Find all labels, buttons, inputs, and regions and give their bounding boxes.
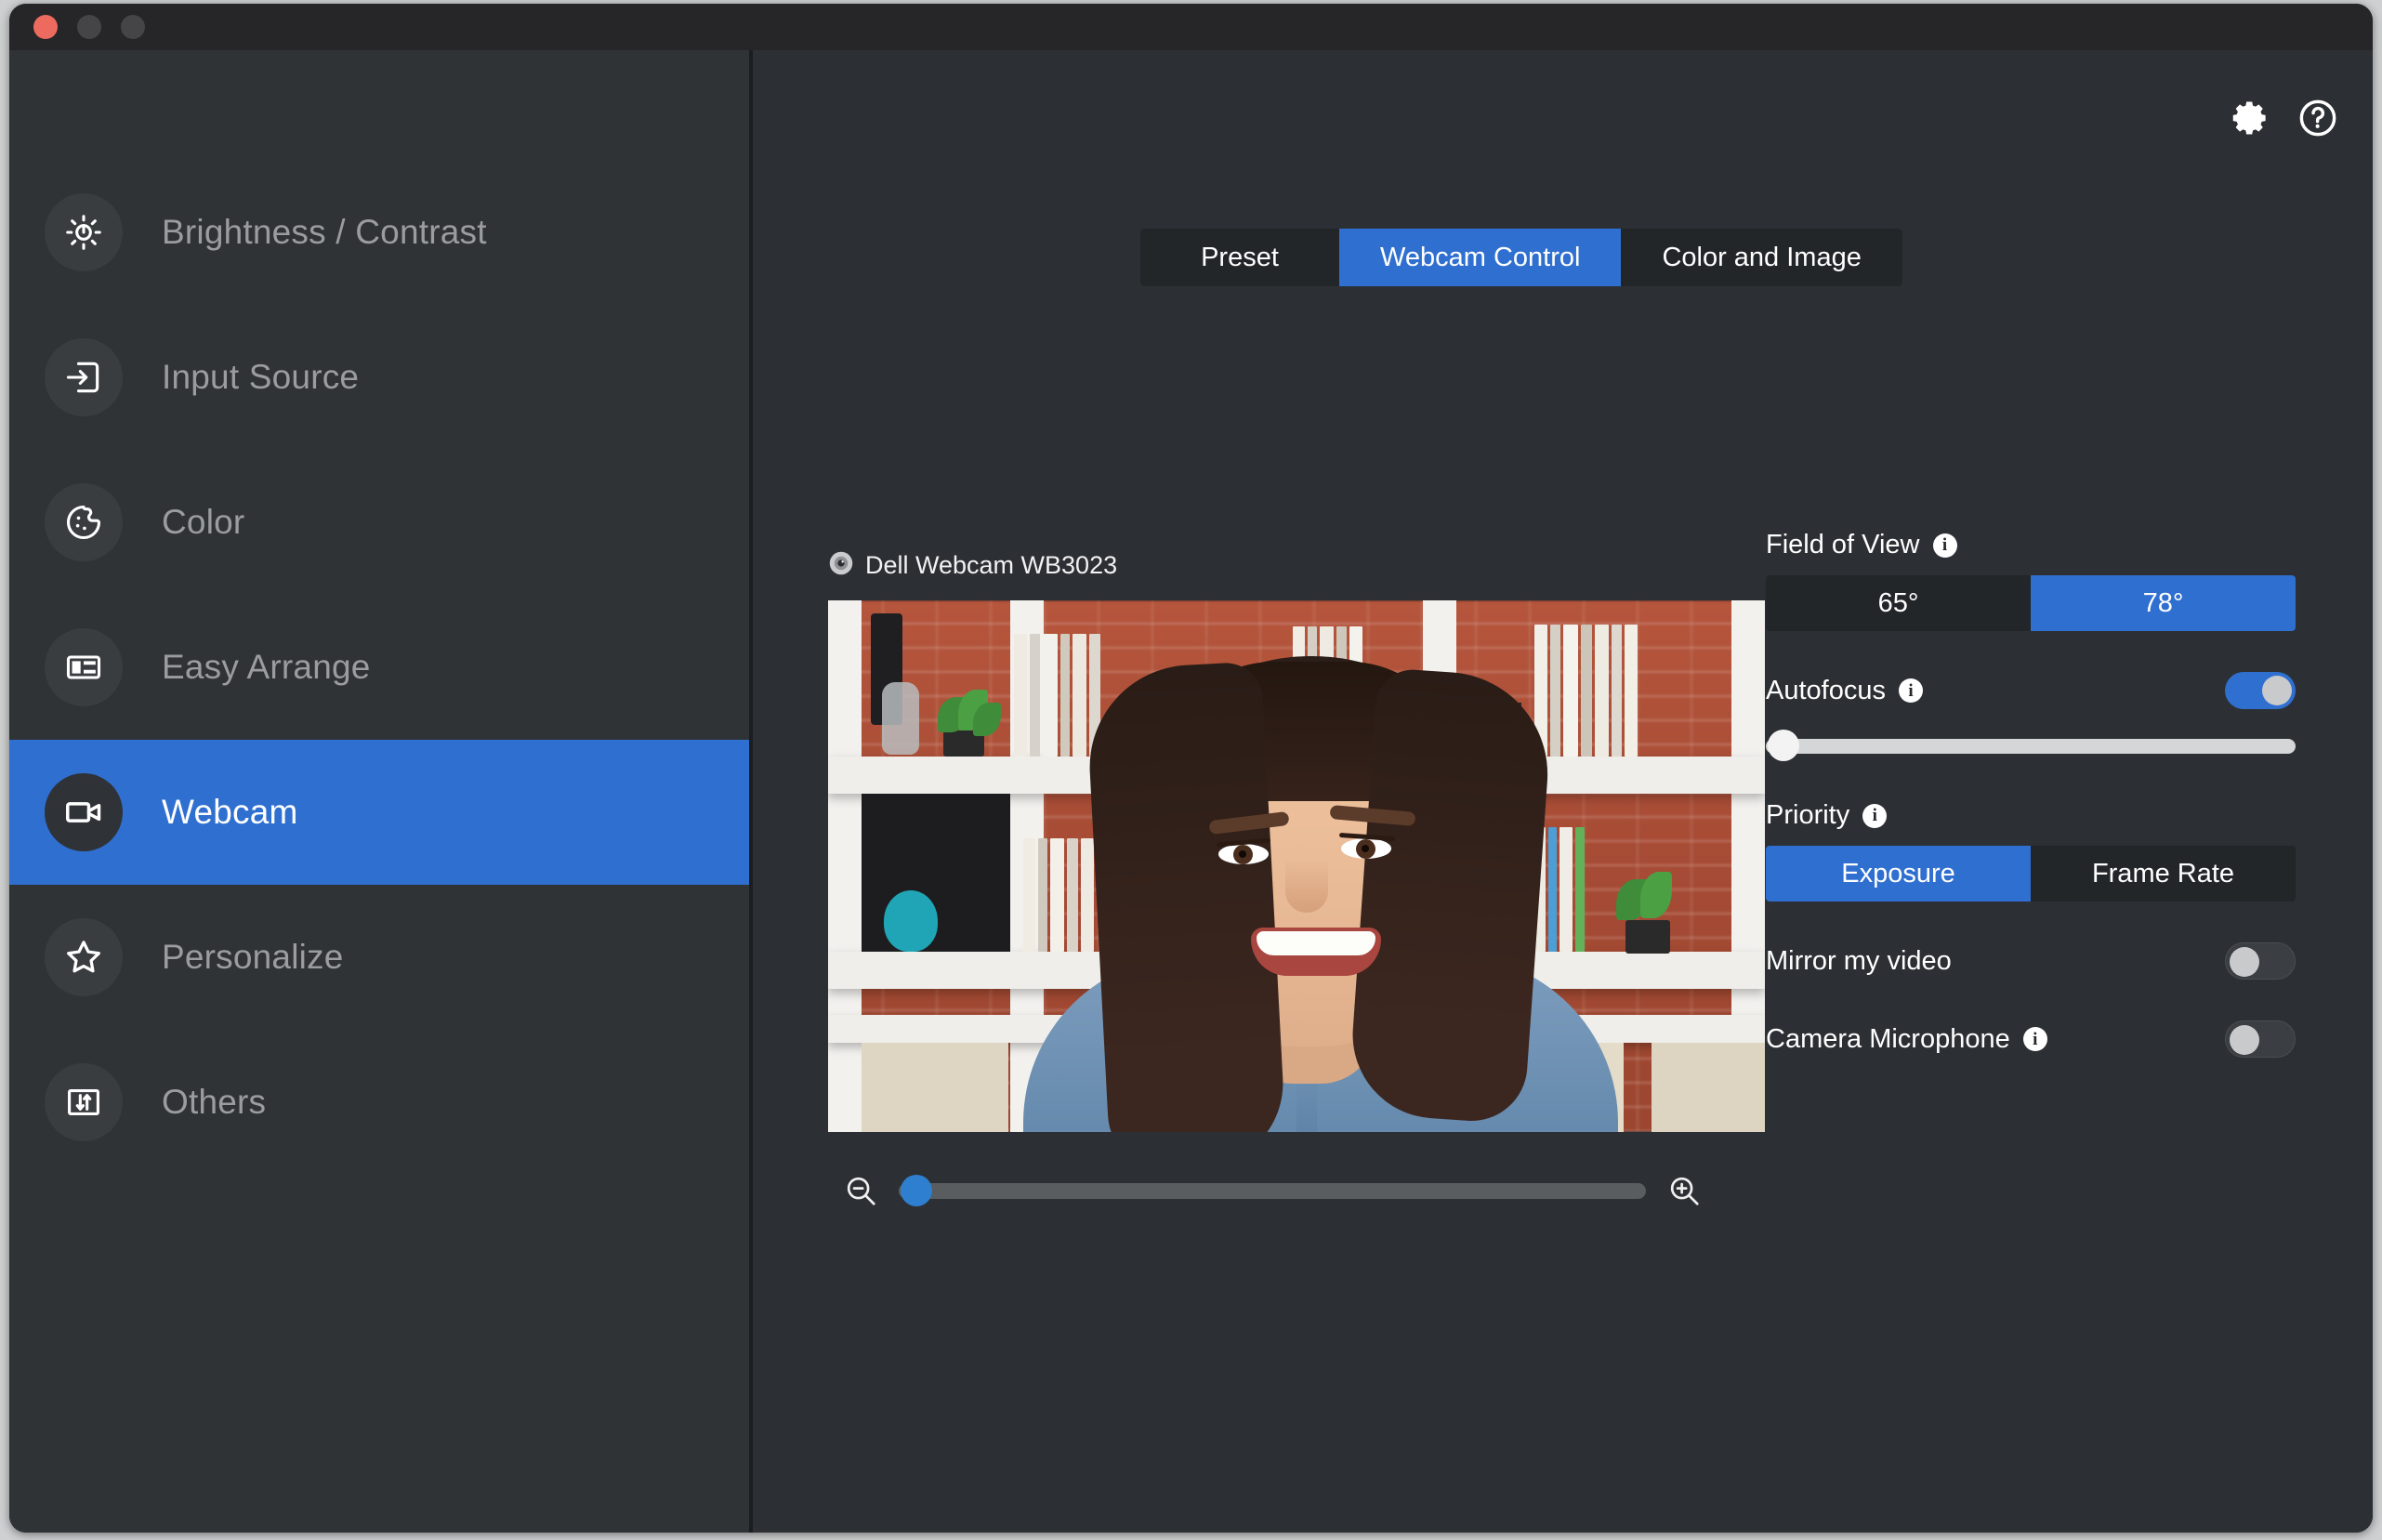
priority-label-row: Priority i [1766,800,2296,831]
window-controls [33,15,145,39]
zoom-in-icon[interactable] [1666,1173,1702,1208]
titlebar [9,4,2373,50]
fov-option-78[interactable]: 78° [2031,575,2296,631]
info-icon[interactable]: i [2022,1027,2047,1051]
webcam-controls: Field of View i 65° 78° Autofocus i Prio… [1766,530,2296,1058]
sidebar-item-brightness-contrast[interactable]: Brightness / Contrast [9,160,749,305]
app-window: Brightness / Contrast Input Source Color… [9,4,2373,1533]
camera-lens-icon [828,550,854,581]
priority-segmented: Exposure Frame Rate [1766,846,2296,902]
easy-arrange-icon [45,628,123,706]
camera-microphone-label: Camera Microphone [1766,1023,2010,1054]
priority-option-frame-rate[interactable]: Frame Rate [2031,846,2296,902]
tab-bar: Preset Webcam Control Color and Image [1140,229,1902,286]
focus-slider-thumb[interactable] [1768,730,1799,761]
tab-webcam-control[interactable]: Webcam Control [1339,229,1622,286]
device-label: Dell Webcam WB3023 [798,550,1746,581]
mirror-my-video-row: Mirror my video [1766,942,2296,980]
sidebar-item-others[interactable]: Others [9,1030,749,1175]
device-name: Dell Webcam WB3023 [865,551,1118,579]
camera-microphone-label-row: Camera Microphone i [1766,1024,2047,1055]
sidebar-item-input-source[interactable]: Input Source [9,305,749,450]
field-of-view-label-row: Field of View i [1766,530,2296,560]
fov-option-65[interactable]: 65° [1766,575,2031,631]
main-panel: Preset Webcam Control Color and Image De… [753,50,2373,1533]
zoom-slider-track[interactable] [899,1175,1646,1206]
video-feed [828,600,1765,1132]
field-of-view-label: Field of View [1766,530,1920,559]
sidebar-item-easy-arrange[interactable]: Easy Arrange [9,595,749,740]
star-icon [45,918,123,996]
webcam-icon [45,773,123,851]
focus-slider-track[interactable] [1766,739,2296,754]
priority-label: Priority [1766,800,1850,830]
sidebar-item-color[interactable]: Color [9,450,749,595]
input-source-icon [45,338,123,416]
video-scene [828,600,1765,1132]
mirror-my-video-toggle[interactable] [2225,942,2296,980]
tab-color-and-image[interactable]: Color and Image [1621,229,1902,286]
sidebar: Brightness / Contrast Input Source Color… [9,50,753,1533]
help-circle-icon[interactable] [2296,97,2339,139]
zoom-slider-thumb[interactable] [901,1175,933,1206]
autofocus-toggle[interactable] [2225,672,2296,709]
camera-microphone-toggle[interactable] [2225,1020,2296,1058]
camera-microphone-row: Camera Microphone i [1766,1020,2296,1058]
sidebar-item-label: Webcam [162,793,298,831]
info-icon[interactable]: i [1932,533,1957,558]
sidebar-item-label: Input Source [162,358,360,396]
webcam-preview: Dell Webcam WB3023 [798,550,1765,1132]
sidebar-item-label: Others [162,1083,267,1121]
sidebar-item-webcam[interactable]: Webcam [9,740,749,885]
close-button[interactable] [33,15,58,39]
zoom-out-icon[interactable] [843,1173,878,1208]
minimize-button[interactable] [77,15,101,39]
window-body: Brightness / Contrast Input Source Color… [9,50,2373,1533]
brightness-icon [45,193,123,271]
sidebar-item-label: Color [162,503,245,541]
color-palette-icon [45,483,123,561]
info-icon[interactable]: i [1862,803,1888,828]
sidebar-item-label: Easy Arrange [162,648,371,686]
zoom-slider-row [843,1158,1702,1223]
info-icon[interactable]: i [1898,678,1923,703]
sidebar-item-label: Brightness / Contrast [162,213,487,251]
sidebar-item-personalize[interactable]: Personalize [9,885,749,1030]
autofocus-label-row: Autofocus i [1766,676,1923,706]
autofocus-label: Autofocus [1766,675,1886,705]
header-actions [2228,97,2339,139]
priority-option-exposure[interactable]: Exposure [1766,846,2031,902]
gear-icon[interactable] [2228,97,2270,139]
maximize-button[interactable] [121,15,145,39]
field-of-view-segmented: 65° 78° [1766,575,2296,631]
focus-slider[interactable] [1766,730,2296,761]
autofocus-row: Autofocus i [1766,672,2296,709]
mirror-my-video-label-row: Mirror my video [1766,946,1952,977]
mirror-my-video-label: Mirror my video [1766,945,1952,976]
tab-preset[interactable]: Preset [1140,229,1339,286]
others-icon [45,1063,123,1141]
person [828,600,1765,1132]
sidebar-item-label: Personalize [162,938,344,976]
